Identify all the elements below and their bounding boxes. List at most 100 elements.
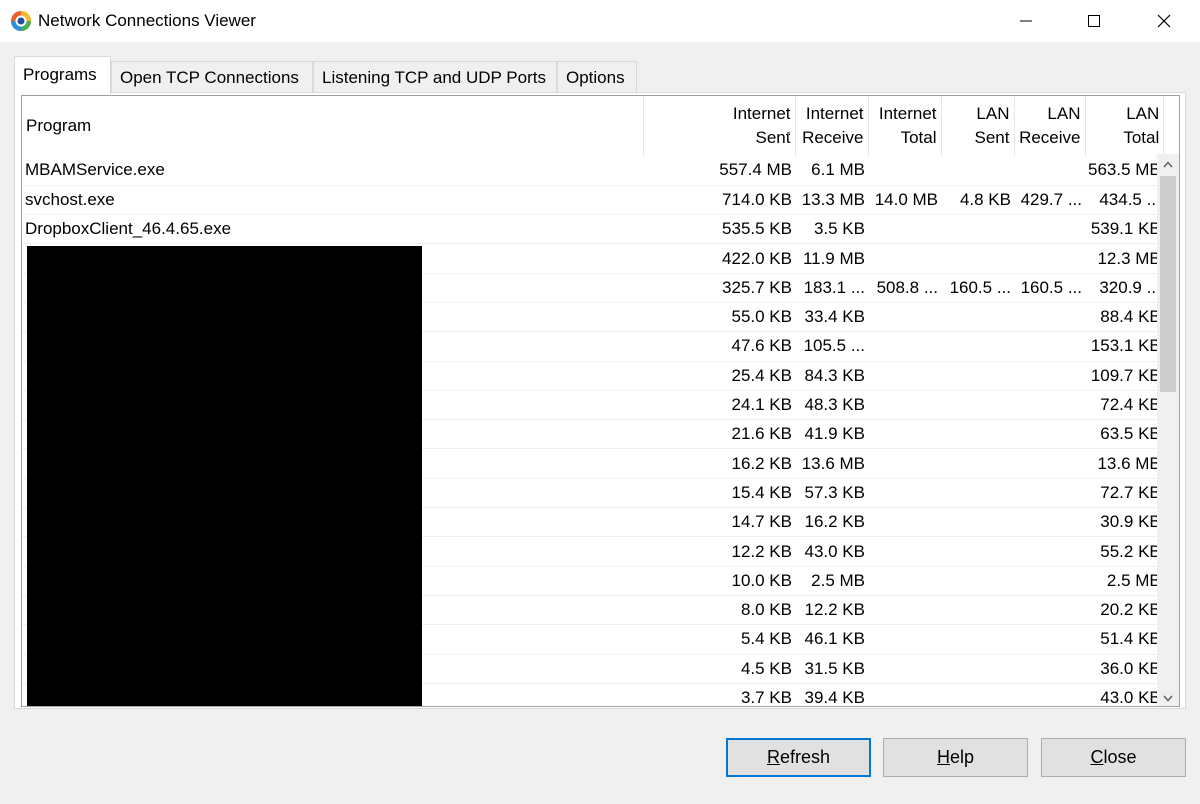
sort-descending-icon: ▾: [786, 129, 791, 138]
cell-internet-sent: 8.0 KB: [643, 595, 795, 626]
cell-lan-receive: [1014, 156, 1085, 186]
cell-internet-sent: 25.4 KB: [643, 361, 795, 391]
main-window: Network Connections Viewer Programs Open…: [0, 0, 1200, 804]
cell-internet-total: 508.8 ...: [868, 273, 941, 303]
help-button[interactable]: Help: [883, 738, 1028, 777]
cell-internet-sent: 12.2 KB: [643, 536, 795, 567]
cell-lan-receive: [1014, 536, 1085, 567]
tab-open-tcp-connections[interactable]: Open TCP Connections: [111, 61, 313, 94]
cell-lan-total: 434.5 ...: [1085, 185, 1164, 216]
cell-lan-sent: [941, 478, 1014, 509]
close-button[interactable]: Close: [1041, 738, 1186, 777]
scroll-down-button[interactable]: [1157, 688, 1179, 706]
cell-lan-receive: [1014, 214, 1085, 245]
close-window-button[interactable]: [1130, 0, 1198, 42]
cell-lan-sent: 160.5 ...: [941, 273, 1014, 303]
tab-listening-ports[interactable]: Listening TCP and UDP Ports: [313, 61, 557, 94]
cell-lan-total: 55.2 KB: [1085, 536, 1164, 567]
cell-lan-total: 13.6 MB: [1085, 448, 1164, 479]
cell-lan-total: 109.7 KB: [1085, 361, 1164, 391]
cell-internet-sent: 14.7 KB: [643, 507, 795, 538]
cell-lan-total: 2.5 MB: [1085, 566, 1164, 596]
cell-lan-total: 36.0 KB: [1085, 654, 1164, 684]
cell-internet-total: [868, 683, 941, 706]
table-row[interactable]: svchost.exe 714.0 KB 13.3 MB 14.0 MB 4.8 KB 4…: [22, 185, 1164, 216]
cell-lan-total: 320.9 ...: [1085, 273, 1164, 303]
cell-lan-receive: [1014, 507, 1085, 538]
column-header-lan-total[interactable]: LAN Total: [1085, 96, 1165, 156]
cell-lan-receive: [1014, 302, 1085, 333]
tab-programs[interactable]: Programs: [14, 56, 111, 94]
cell-lan-receive: [1014, 654, 1085, 684]
scroll-up-button[interactable]: [1157, 154, 1179, 174]
cell-lan-receive: [1014, 390, 1085, 421]
cell-internet-total: 14.0 MB: [868, 185, 941, 216]
cell-lan-total: 539.1 KB: [1085, 214, 1164, 245]
column-header-internet-total[interactable]: Internet Total: [868, 96, 942, 156]
cell-lan-receive: [1014, 361, 1085, 391]
cell-internet-sent: 5.4 KB: [643, 624, 795, 655]
cell-internet-sent: 10.0 KB: [643, 566, 795, 596]
cell-lan-receive: [1014, 419, 1085, 450]
table-header-row: Program Internet Sent ▾ Internet Receive I…: [22, 96, 1165, 156]
chevron-up-icon: [1163, 160, 1173, 167]
programs-list[interactable]: Program Internet Sent ▾ Internet Receive I…: [21, 95, 1180, 707]
cell-internet-sent: 24.1 KB: [643, 390, 795, 421]
cell-program: MBAMService.exe: [22, 156, 643, 186]
column-header-internet-receive[interactable]: Internet Receive: [795, 96, 869, 156]
window-title: Network Connections Viewer: [38, 11, 256, 30]
cell-internet-receive: 46.1 KB: [795, 624, 868, 655]
minimize-button[interactable]: [992, 0, 1060, 42]
cell-lan-total: 88.4 KB: [1085, 302, 1164, 333]
cell-lan-sent: [941, 302, 1014, 333]
minimize-icon: [1020, 20, 1032, 22]
table-row[interactable]: MBAMService.exe 557.4 MB 6.1 MB 563.5 MB: [22, 156, 1164, 186]
cell-internet-sent: 15.4 KB: [643, 478, 795, 509]
cell-internet-receive: 183.1 ...: [795, 273, 868, 303]
cell-internet-sent: 55.0 KB: [643, 302, 795, 333]
cell-internet-sent: 3.7 KB: [643, 683, 795, 706]
cell-internet-receive: 57.3 KB: [795, 478, 868, 509]
cell-lan-receive: [1014, 624, 1085, 655]
refresh-button[interactable]: Refresh: [726, 738, 871, 777]
cell-internet-receive: 13.3 MB: [795, 185, 868, 216]
cell-internet-sent: 4.5 KB: [643, 654, 795, 684]
cell-internet-total: [868, 595, 941, 626]
maximize-icon: [1088, 15, 1100, 27]
cell-internet-receive: 3.5 KB: [795, 214, 868, 245]
cell-lan-sent: [941, 156, 1014, 186]
cell-internet-receive: 48.3 KB: [795, 390, 868, 421]
cell-internet-receive: 6.1 MB: [795, 156, 868, 186]
cell-internet-total: [868, 361, 941, 391]
cell-lan-sent: [941, 361, 1014, 391]
cell-lan-receive: [1014, 478, 1085, 509]
cell-lan-receive: [1014, 243, 1085, 274]
title-bar: Network Connections Viewer: [0, 0, 1200, 42]
cell-internet-receive: 105.5 ...: [795, 331, 868, 362]
cell-internet-sent: 325.7 KB: [643, 273, 795, 303]
column-header-program[interactable]: Program: [22, 96, 644, 156]
cell-lan-receive: [1014, 448, 1085, 479]
cell-internet-total: [868, 331, 941, 362]
cell-internet-receive: 33.4 KB: [795, 302, 868, 333]
table-row[interactable]: DropboxClient_46.4.65.exe 535.5 KB 3.5 KB 5…: [22, 214, 1164, 245]
cell-internet-total: [868, 448, 941, 479]
maximize-button[interactable]: [1060, 0, 1128, 42]
cell-lan-total: 43.0 KB: [1085, 683, 1164, 706]
cell-lan-sent: [941, 419, 1014, 450]
cell-internet-total: [868, 243, 941, 274]
column-header-internet-sent[interactable]: Internet Sent ▾: [643, 96, 796, 156]
cell-internet-receive: 84.3 KB: [795, 361, 868, 391]
tab-options[interactable]: Options: [557, 61, 637, 94]
cell-internet-receive: 12.2 KB: [795, 595, 868, 626]
vertical-scrollbar[interactable]: [1157, 154, 1179, 706]
scroll-thumb[interactable]: [1160, 176, 1176, 392]
cell-lan-receive: [1014, 566, 1085, 596]
column-header-lan-receive[interactable]: LAN Receive: [1014, 96, 1086, 156]
column-header-lan-sent[interactable]: LAN Sent: [941, 96, 1015, 156]
cell-lan-sent: [941, 331, 1014, 362]
cell-internet-receive: 41.9 KB: [795, 419, 868, 450]
cell-lan-sent: [941, 390, 1014, 421]
cell-lan-total: 30.9 KB: [1085, 507, 1164, 538]
chevron-down-icon: [1163, 695, 1173, 702]
